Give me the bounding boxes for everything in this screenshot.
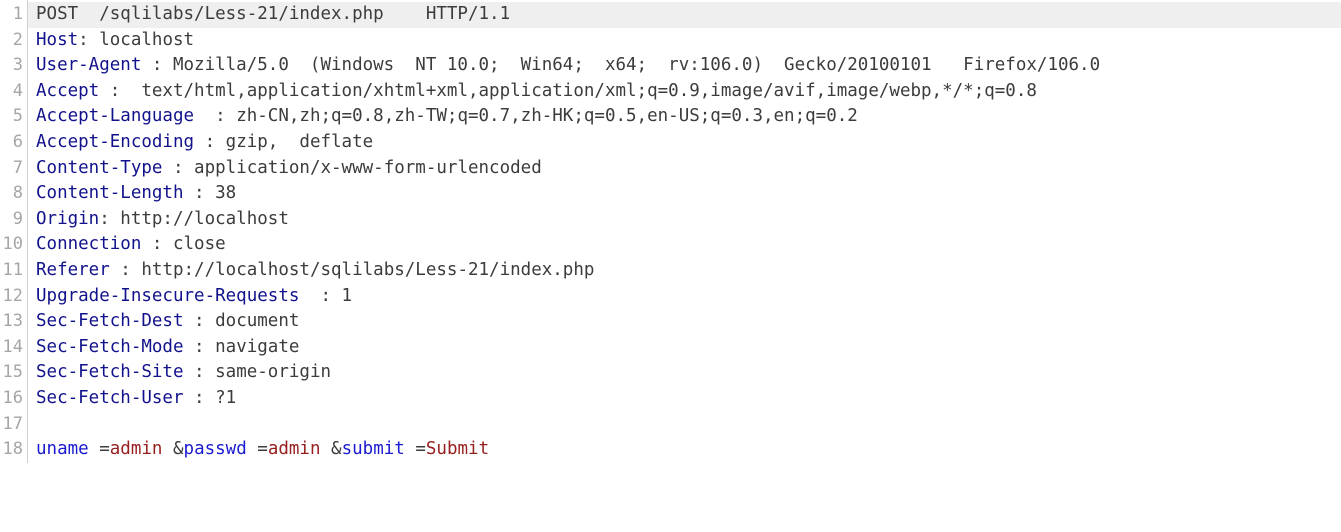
code-token: uname: [36, 439, 89, 460]
line-number: 16: [2, 387, 23, 408]
code-token: =: [88, 439, 110, 460]
code-token: : same-origin: [183, 362, 332, 383]
line-number: 11: [2, 259, 23, 280]
code-line[interactable]: [28, 412, 1341, 438]
code-token: : http://localhost/sqlilabs/Less-21/inde…: [109, 259, 595, 280]
code-token: : Mozilla/5.0 (Windows NT 10.0; Win64; x…: [141, 55, 1101, 76]
code-line[interactable]: uname =admin &passwd =admin &submit =Sub…: [28, 437, 1341, 463]
code-line[interactable]: Origin: http://localhost: [28, 207, 1341, 233]
code-token: passwd: [183, 439, 247, 460]
line-number: 18: [2, 439, 23, 460]
code-token: Sec-Fetch-User: [36, 387, 184, 408]
code-line[interactable]: Sec-Fetch-Site : same-origin: [28, 360, 1341, 386]
line-number: 15: [2, 362, 23, 383]
code-token: : document: [183, 311, 300, 332]
code-token: &: [320, 439, 342, 460]
code-line[interactable]: Sec-Fetch-User : ?1: [28, 386, 1341, 412]
code-token: : 38: [183, 183, 237, 204]
code-line[interactable]: User-Agent : Mozilla/5.0 (Windows NT 10.…: [28, 53, 1341, 79]
line-number: 8: [12, 183, 23, 204]
code-token: Sec-Fetch-Dest: [36, 311, 184, 332]
code-token: Accept-Encoding: [36, 131, 195, 152]
line-number: 10: [2, 234, 23, 255]
code-line[interactable]: Accept : text/html,application/xhtml+xml…: [28, 79, 1341, 105]
code-token: Content-Type: [36, 157, 163, 178]
code-token: : navigate: [183, 336, 300, 357]
code-token: : ?1: [183, 387, 237, 408]
line-number: 13: [2, 311, 23, 332]
code-token: User-Agent: [36, 55, 142, 76]
code-token: submit: [341, 439, 405, 460]
line-number: 3: [12, 55, 23, 76]
code-token: Accept-Language: [36, 106, 195, 127]
code-token: : http://localhost: [99, 208, 289, 229]
http-request-viewer: 1 2 3 4 5 6 7 8 9 10 11 12 13 14 15 16 17 18 POST /sqlila…: [0, 0, 1341, 532]
code-line[interactable]: Host: localhost: [28, 28, 1341, 54]
code-token: : close: [141, 234, 226, 255]
line-number: 4: [12, 80, 23, 101]
code-token: Submit: [425, 439, 490, 460]
code-token: Origin: [36, 208, 100, 229]
code-token: Upgrade-Insecure-Requests: [36, 285, 300, 306]
code-token: : 1: [299, 285, 353, 306]
code-line[interactable]: Upgrade-Insecure-Requests : 1: [28, 284, 1341, 310]
line-number: 2: [12, 29, 23, 50]
code-content-area[interactable]: POST /sqlilabs/Less-21/index.php HTTP/1.…: [28, 0, 1341, 463]
line-number: 17: [2, 413, 23, 434]
code-token: &: [162, 439, 184, 460]
line-number: 7: [12, 157, 23, 178]
code-token: =: [404, 439, 426, 460]
code-token: Sec-Fetch-Mode: [36, 336, 184, 357]
code-token: Sec-Fetch-Site: [36, 362, 184, 383]
line-number: 9: [12, 208, 23, 229]
line-number: 14: [2, 336, 23, 357]
line-number-gutter: 1 2 3 4 5 6 7 8 9 10 11 12 13 14 15 16 17 18: [0, 0, 28, 463]
line-number: 1: [12, 4, 23, 24]
line-number: 12: [2, 285, 23, 306]
code-line[interactable]: Referer : http://localhost/sqlilabs/Less…: [28, 258, 1341, 284]
code-token: Host: [36, 29, 79, 50]
code-token: POST /sqlilabs/Less-21/index.php HTTP/1.…: [36, 4, 511, 24]
code-line[interactable]: Sec-Fetch-Dest : document: [28, 309, 1341, 335]
code-token: : localhost: [78, 29, 195, 50]
code-line[interactable]: Content-Type : application/x-www-form-ur…: [28, 156, 1341, 182]
code-token: Content-Length: [36, 183, 184, 204]
code-token: =: [246, 439, 268, 460]
code-token: : application/x-www-form-urlencoded: [162, 157, 542, 178]
code-token: : zh-CN,zh;q=0.8,zh-TW;q=0.7,zh-HK;q=0.5…: [194, 106, 858, 127]
code-token: : gzip, deflate: [194, 131, 374, 152]
code-line[interactable]: Accept-Encoding : gzip, deflate: [28, 130, 1341, 156]
code-line[interactable]: Content-Length : 38: [28, 181, 1341, 207]
code-line[interactable]: Connection : close: [28, 232, 1341, 258]
code-token: Referer: [36, 259, 110, 280]
code-token: admin: [267, 439, 321, 460]
code-line[interactable]: Accept-Language : zh-CN,zh;q=0.8,zh-TW;q…: [28, 104, 1341, 130]
code-token: Connection: [36, 234, 142, 255]
code-token: : text/html,application/xhtml+xml,applic…: [99, 80, 1037, 101]
code-line[interactable]: Sec-Fetch-Mode : navigate: [28, 335, 1341, 361]
code-line[interactable]: POST /sqlilabs/Less-21/index.php HTTP/1.…: [28, 2, 1341, 28]
code-token: admin: [109, 439, 163, 460]
line-number: 6: [12, 131, 23, 152]
code-token: Accept: [36, 80, 100, 101]
line-number: 5: [12, 106, 23, 127]
